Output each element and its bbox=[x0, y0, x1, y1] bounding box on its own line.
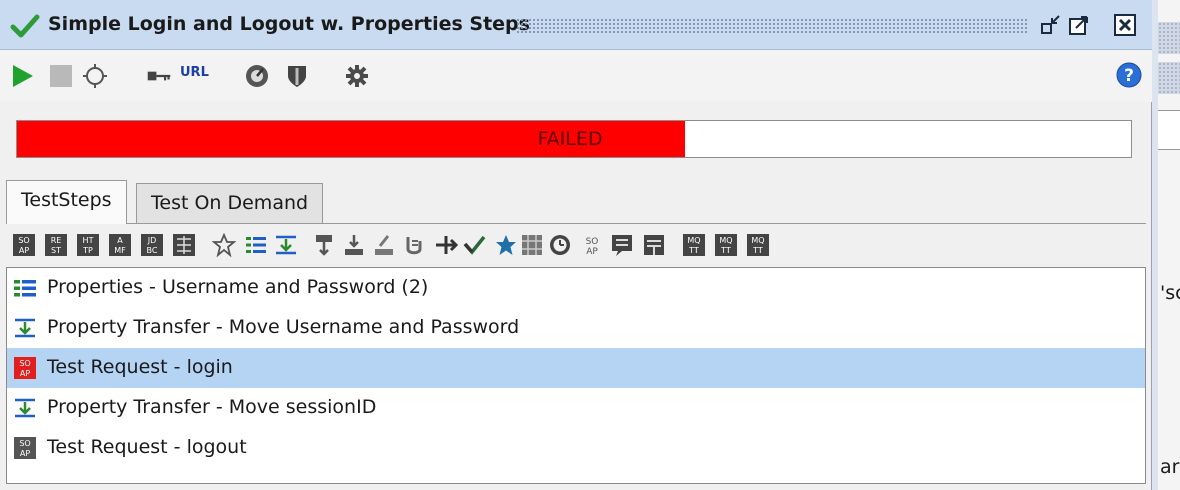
clock-icon[interactable]: SOAP bbox=[580, 233, 604, 257]
property-transfer-icon bbox=[15, 318, 35, 338]
mqtt-publish-icon[interactable]: MQTT bbox=[682, 233, 706, 257]
svg-text:SO: SO bbox=[586, 237, 599, 247]
side-text-fragment: ar bbox=[1160, 456, 1180, 478]
svg-text:TT: TT bbox=[688, 246, 699, 255]
svg-text:?: ? bbox=[1124, 66, 1134, 86]
testcase-editor-panel: Simple Login and Logout w. Properties St… bbox=[0, 0, 1152, 490]
svg-text:MQ: MQ bbox=[751, 236, 764, 245]
step-label: Properties - Username and Password (2) bbox=[47, 276, 429, 298]
list-item[interactable]: SO AP Test Request - login bbox=[7, 348, 1145, 388]
svg-text:SO: SO bbox=[19, 439, 30, 448]
tab-label: TestSteps bbox=[21, 189, 112, 211]
list-item[interactable]: SO AP Test Request - logout bbox=[7, 428, 1145, 468]
groovy-script-icon[interactable] bbox=[212, 233, 236, 257]
receive-icon[interactable] bbox=[494, 233, 518, 257]
svg-text:BC: BC bbox=[147, 246, 158, 255]
mqtt-receive-icon[interactable]: MQTT bbox=[746, 233, 770, 257]
delay-icon[interactable] bbox=[342, 233, 366, 257]
rest-request-icon[interactable]: REST bbox=[44, 233, 68, 257]
url-icon[interactable]: URL bbox=[180, 65, 214, 91]
svg-text:AP: AP bbox=[20, 369, 30, 378]
green-checkmark-icon bbox=[10, 14, 40, 38]
help-icon[interactable]: ? bbox=[1116, 62, 1142, 88]
side-grip bbox=[1158, 62, 1180, 94]
step-label: Property Transfer - Move sessionID bbox=[47, 396, 377, 418]
step-label: Property Transfer - Move Username and Pa… bbox=[47, 316, 520, 338]
conditional-goto-icon[interactable] bbox=[312, 233, 336, 257]
tab-teststeps[interactable]: TestSteps bbox=[6, 180, 127, 224]
svg-text:MF: MF bbox=[114, 246, 126, 255]
load-test-icon[interactable] bbox=[244, 63, 270, 89]
svg-text:AP: AP bbox=[586, 247, 598, 257]
side-grip bbox=[1158, 22, 1180, 54]
properties-icon bbox=[14, 280, 36, 297]
svg-text:JD: JD bbox=[147, 236, 157, 245]
send-mqtt-icon[interactable] bbox=[434, 233, 458, 257]
soap-request-icon[interactable]: SOAP bbox=[12, 233, 36, 257]
svg-text:SO: SO bbox=[19, 359, 30, 368]
list-item[interactable]: Properties - Username and Password (2) bbox=[7, 268, 1145, 308]
window-title: Simple Login and Logout w. Properties St… bbox=[48, 13, 530, 35]
property-transfer-icon bbox=[15, 398, 35, 418]
svg-text:MQ: MQ bbox=[687, 236, 700, 245]
svg-text:A: A bbox=[117, 236, 123, 245]
step-type-toolbar: SO AP RE ST HT TP A MF JD BC SO AP MQ TT MQ TT M… bbox=[8, 230, 1148, 262]
soap-request-failed-icon: SOAP bbox=[14, 357, 36, 379]
svg-text:AP: AP bbox=[20, 449, 30, 458]
mock-response-icon[interactable] bbox=[172, 233, 196, 257]
side-input[interactable] bbox=[1158, 110, 1180, 150]
svg-text:SO: SO bbox=[18, 236, 29, 245]
close-icon[interactable] bbox=[1114, 14, 1136, 36]
title-bar-grip[interactable] bbox=[516, 18, 1028, 34]
test-progress-bar: FAILED bbox=[16, 120, 1132, 158]
soap-mock-icon[interactable] bbox=[610, 233, 634, 257]
progress-status-label: FAILED bbox=[537, 128, 603, 150]
jdbc-request-icon[interactable]: JDBC bbox=[140, 233, 164, 257]
main-toolbar: URL ? bbox=[0, 50, 1152, 102]
properties-icon[interactable] bbox=[244, 233, 268, 257]
svg-text:TP: TP bbox=[82, 246, 93, 255]
data-source-icon[interactable] bbox=[548, 233, 572, 257]
background-window-fragment: 'sc ar bbox=[1158, 0, 1180, 490]
svg-text:TT: TT bbox=[720, 246, 731, 255]
tab-test-on-demand[interactable]: Test On Demand bbox=[136, 183, 324, 223]
manual-step-icon[interactable] bbox=[402, 233, 426, 257]
run-testcase-icon[interactable] bbox=[372, 233, 396, 257]
mqtt-drop-icon[interactable]: MQTT bbox=[714, 233, 738, 257]
property-transfer-icon[interactable] bbox=[274, 233, 298, 257]
amf-request-icon[interactable]: AMF bbox=[108, 233, 132, 257]
window-title-bar[interactable]: Simple Login and Logout w. Properties St… bbox=[0, 0, 1152, 50]
http-request-icon[interactable]: HTTP bbox=[76, 233, 100, 257]
svg-text:MQ: MQ bbox=[719, 236, 732, 245]
event-icon[interactable] bbox=[520, 233, 544, 257]
svg-text:HT: HT bbox=[83, 236, 94, 245]
assertion-icon[interactable] bbox=[462, 233, 486, 257]
security-test-icon[interactable] bbox=[284, 63, 310, 89]
maximize-icon[interactable] bbox=[1068, 14, 1090, 36]
settings-icon[interactable] bbox=[344, 63, 370, 89]
options-icon[interactable] bbox=[82, 63, 108, 89]
step-label: Test Request - logout bbox=[47, 436, 247, 458]
message-icon[interactable] bbox=[642, 233, 666, 257]
tab-divider bbox=[6, 223, 1146, 224]
svg-text:RE: RE bbox=[51, 236, 62, 245]
minimize-icon[interactable] bbox=[1040, 14, 1062, 36]
side-text-fragment: 'sc bbox=[1160, 282, 1180, 304]
credentials-icon[interactable] bbox=[146, 63, 172, 89]
list-item[interactable]: Property Transfer - Move sessionID bbox=[7, 388, 1145, 428]
svg-text:TT: TT bbox=[752, 246, 763, 255]
teststeps-list[interactable]: Properties - Username and Password (2) P… bbox=[6, 267, 1146, 484]
list-item[interactable]: Property Transfer - Move Username and Pa… bbox=[7, 308, 1145, 348]
run-icon[interactable] bbox=[10, 63, 36, 89]
soap-request-icon: SOAP bbox=[14, 437, 36, 459]
svg-text:AP: AP bbox=[19, 246, 29, 255]
svg-text:ST: ST bbox=[51, 246, 61, 255]
step-label: Test Request - login bbox=[47, 356, 233, 378]
tab-label: Test On Demand bbox=[151, 192, 309, 214]
stop-icon[interactable] bbox=[48, 63, 74, 89]
